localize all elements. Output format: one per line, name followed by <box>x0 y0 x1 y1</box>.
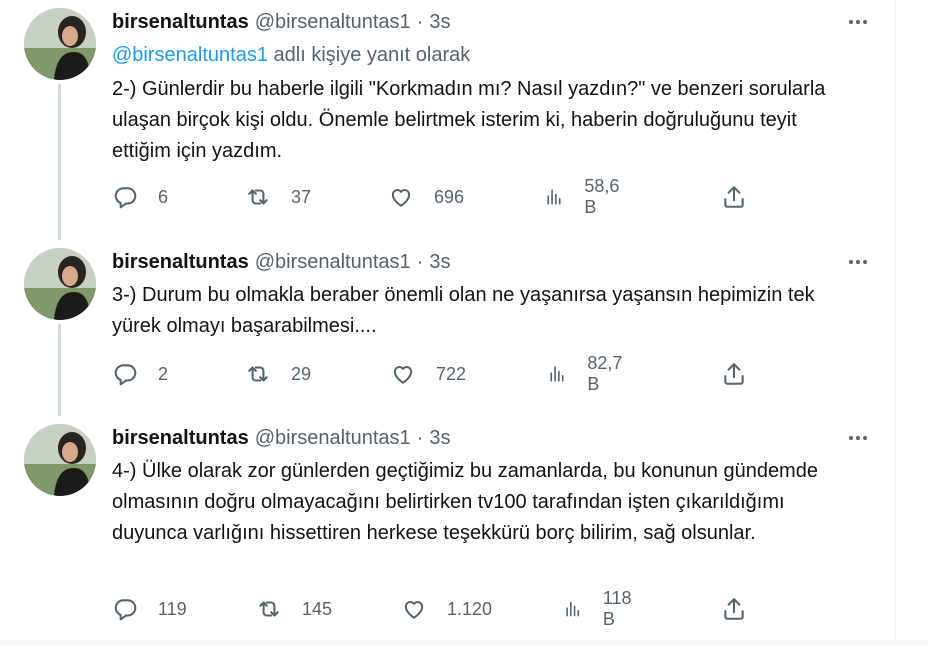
share-icon <box>724 598 744 620</box>
timestamp[interactable]: 3s <box>429 251 450 274</box>
avatar-image <box>24 8 96 80</box>
share-icon <box>724 186 744 208</box>
share-button[interactable] <box>721 182 747 212</box>
share-button[interactable] <box>721 594 747 624</box>
tweet[interactable]: birsenaltuntas @birsenaltuntas1 · 3s 4-)… <box>0 416 895 640</box>
tweet[interactable]: birsenaltuntas @birsenaltuntas1 · 3s 3-)… <box>0 240 895 416</box>
more-icon <box>849 260 867 264</box>
like-count: 722 <box>436 363 467 384</box>
thread-line <box>58 84 61 240</box>
tweet-header: birsenaltuntas @birsenaltuntas1 · 3s <box>112 424 450 452</box>
separator-dot: · <box>416 250 424 273</box>
reply-icon <box>114 187 137 209</box>
display-name[interactable]: birsenaltuntas <box>112 11 249 34</box>
tweet[interactable]: birsenaltuntas @birsenaltuntas1 · 3s @bi… <box>0 0 895 240</box>
avatar[interactable] <box>24 248 96 320</box>
user-handle[interactable]: @birsenaltuntas1 <box>255 11 411 34</box>
like-button[interactable]: 696 <box>388 182 464 212</box>
timestamp[interactable]: 3s <box>429 11 450 34</box>
timestamp[interactable]: 3s <box>429 427 450 450</box>
like-button[interactable]: 722 <box>390 359 466 389</box>
timeline-border <box>895 0 896 645</box>
more-button[interactable] <box>846 10 870 34</box>
views-button[interactable]: 58,6 B <box>544 176 625 217</box>
heart-icon <box>404 601 424 619</box>
retweet-icon <box>248 189 268 205</box>
reply-context: @birsenaltuntas1 adlı kişiye yanıt olara… <box>112 44 470 67</box>
retweet-count: 29 <box>291 363 312 384</box>
reply-icon <box>114 364 137 386</box>
tweet-text: 4-) Ülke olarak zor günlerden geçtiğimiz… <box>112 460 818 544</box>
retweet-icon <box>259 601 279 617</box>
views-icon <box>547 189 561 205</box>
separator-dot: · <box>416 426 424 449</box>
separator-dot: · <box>416 10 424 33</box>
share-button[interactable] <box>721 359 747 389</box>
tweet-header: birsenaltuntas @birsenaltuntas1 · 3s <box>112 248 450 276</box>
views-button[interactable]: 118 B <box>563 588 638 629</box>
avatar[interactable] <box>24 424 96 496</box>
more-button[interactable] <box>846 250 870 274</box>
reply-button[interactable]: 119 <box>112 594 187 624</box>
views-count: 118 B <box>602 588 632 629</box>
views-icon <box>550 366 564 382</box>
timeline-bottom <box>0 640 928 645</box>
retweet-button[interactable]: 37 <box>245 182 311 212</box>
reply-button[interactable]: 2 <box>112 359 168 389</box>
reply-count: 119 <box>158 598 187 619</box>
like-count: 696 <box>434 186 465 207</box>
views-button[interactable]: 82,7 B <box>547 353 628 394</box>
display-name[interactable]: birsenaltuntas <box>112 427 249 450</box>
heart-icon <box>393 366 413 384</box>
retweet-icon <box>248 366 268 382</box>
retweet-button[interactable]: 29 <box>245 359 311 389</box>
avatar[interactable] <box>24 8 96 80</box>
avatar-image <box>24 248 96 320</box>
display-name[interactable]: birsenaltuntas <box>112 251 249 274</box>
share-icon <box>724 363 744 385</box>
like-button[interactable]: 1.120 <box>401 594 492 624</box>
avatar-image <box>24 424 96 496</box>
views-icon <box>566 601 580 617</box>
tweet-header: birsenaltuntas @birsenaltuntas1 · 3s <box>112 8 450 36</box>
more-icon <box>849 20 867 24</box>
views-count: 82,7 B <box>587 353 623 394</box>
heart-icon <box>391 189 411 207</box>
reply-count: 6 <box>158 186 169 207</box>
reply-icon <box>114 599 137 621</box>
more-icon <box>849 436 867 440</box>
reply-context-text: adlı kişiye yanıt olarak <box>267 44 471 66</box>
retweet-count: 37 <box>291 186 312 207</box>
retweet-button[interactable]: 145 <box>256 594 332 624</box>
retweet-count: 145 <box>302 598 333 619</box>
reply-count: 2 <box>158 363 169 384</box>
views-count: 58,6 B <box>584 176 620 217</box>
tweet-text: 2-) Günlerdir bu haberle ilgili "Korkmad… <box>112 78 826 162</box>
tweet-text: 3-) Durum bu olmakla beraber önemli olan… <box>112 284 815 337</box>
reply-mention-link[interactable]: @birsenaltuntas1 <box>112 44 268 66</box>
user-handle[interactable]: @birsenaltuntas1 <box>255 251 411 274</box>
like-count: 1.120 <box>447 598 493 619</box>
more-button[interactable] <box>846 426 870 450</box>
user-handle[interactable]: @birsenaltuntas1 <box>255 427 411 450</box>
reply-button[interactable]: 6 <box>112 182 168 212</box>
thread-line <box>58 324 61 416</box>
